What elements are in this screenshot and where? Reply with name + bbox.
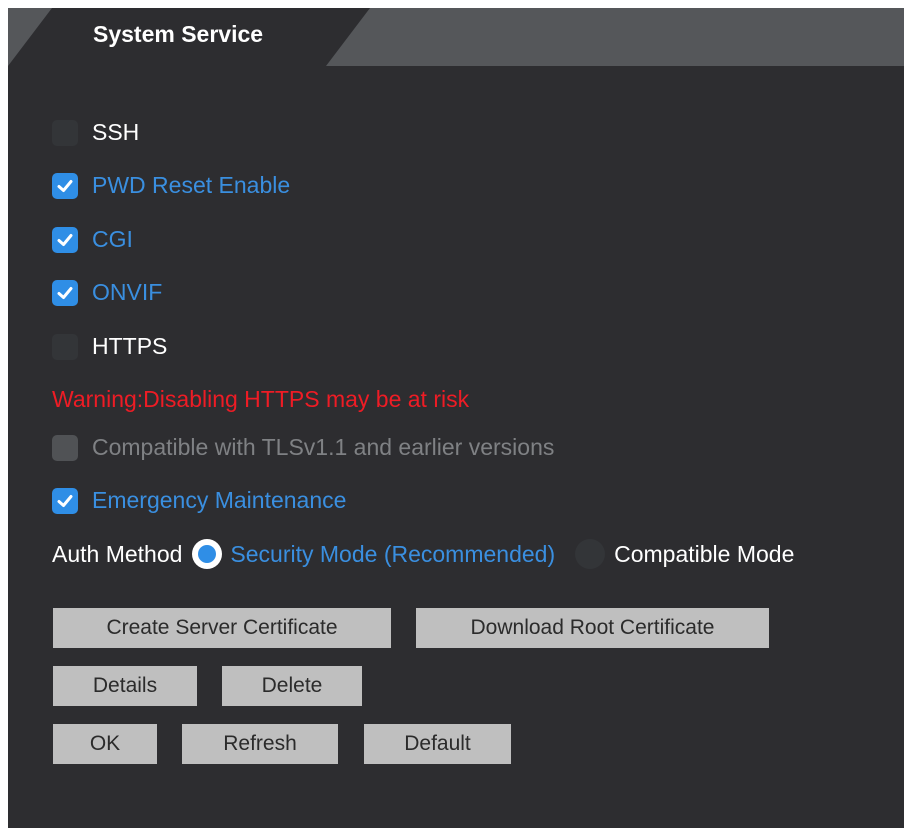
- checkmark-icon: [57, 233, 73, 246]
- pwd-reset-label: PWD Reset Enable: [92, 172, 291, 198]
- default-button[interactable]: Default: [364, 724, 511, 764]
- compatible-mode-radio[interactable]: [575, 539, 606, 569]
- details-button[interactable]: Details: [53, 666, 197, 706]
- tab-system-service-label: System Service: [93, 21, 264, 47]
- cgi-label: CGI: [92, 226, 133, 252]
- ssh-checkbox[interactable]: [52, 119, 78, 146]
- pwd-reset-option[interactable]: PWD Reset Enable: [52, 172, 290, 199]
- auth-method-group: Auth Method Security Mode (Recommended) …: [52, 539, 794, 569]
- security-mode-label[interactable]: Security Mode (Recommended): [230, 541, 555, 568]
- emergency-maintenance-checkbox[interactable]: [52, 487, 78, 514]
- tls-compat-option: Compatible with TLSv1.1 and earlier vers…: [52, 434, 554, 461]
- auth-method-label: Auth Method: [52, 540, 183, 567]
- security-mode-radio[interactable]: [192, 539, 223, 569]
- radio-dot-icon: [198, 545, 217, 563]
- onvif-label: ONVIF: [92, 279, 163, 305]
- ssh-option[interactable]: SSH: [52, 119, 139, 146]
- https-checkbox[interactable]: [52, 333, 78, 360]
- emergency-maintenance-option[interactable]: Emergency Maintenance: [52, 487, 346, 514]
- emergency-maintenance-label: Emergency Maintenance: [92, 487, 347, 513]
- refresh-button[interactable]: Refresh: [182, 724, 338, 764]
- delete-button[interactable]: Delete: [222, 666, 362, 706]
- tls-compat-checkbox: [52, 434, 78, 461]
- compatible-mode-label[interactable]: Compatible Mode: [614, 541, 794, 568]
- download-root-certificate-button[interactable]: Download Root Certificate: [416, 608, 769, 648]
- ssh-label: SSH: [92, 119, 140, 145]
- ok-button[interactable]: OK: [53, 724, 157, 764]
- onvif-option[interactable]: ONVIF: [52, 279, 162, 306]
- cgi-option[interactable]: CGI: [52, 226, 133, 253]
- tls-compat-label: Compatible with TLSv1.1 and earlier vers…: [92, 434, 555, 460]
- https-warning-text: Warning:Disabling HTTPS may be at risk: [52, 386, 470, 412]
- https-option[interactable]: HTTPS: [52, 333, 167, 360]
- checkmark-icon: [57, 179, 73, 192]
- cgi-checkbox[interactable]: [52, 226, 78, 253]
- https-label: HTTPS: [92, 333, 168, 359]
- pwd-reset-checkbox[interactable]: [52, 172, 78, 199]
- checkmark-icon: [57, 286, 73, 299]
- checkmark-icon: [57, 494, 73, 507]
- onvif-checkbox[interactable]: [52, 279, 78, 306]
- create-server-certificate-button[interactable]: Create Server Certificate: [53, 608, 391, 648]
